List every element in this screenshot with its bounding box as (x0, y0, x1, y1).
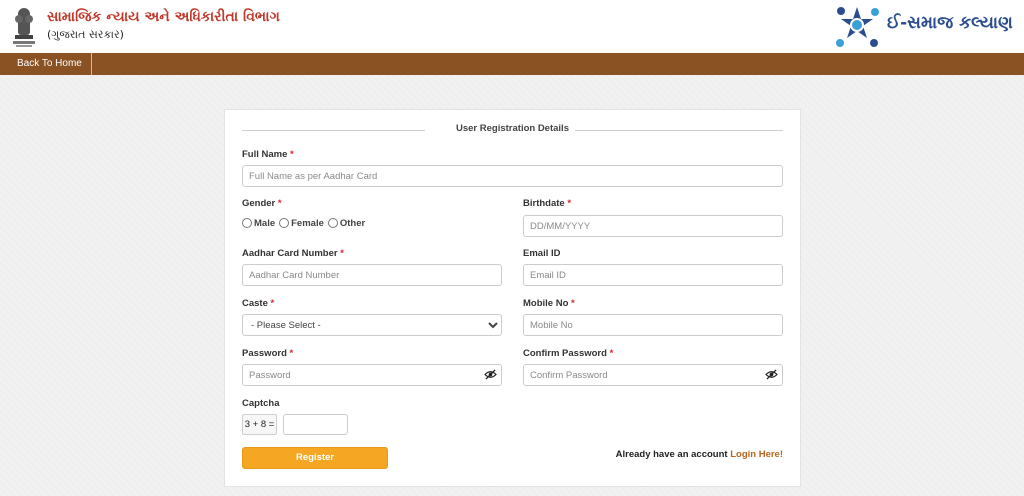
birthdate-label: Birthdate * (523, 198, 571, 209)
required-marker: * (567, 198, 572, 209)
full-name-label: Full Name * (242, 149, 294, 160)
caste-label-text: Caste (242, 298, 268, 309)
gender-option-other[interactable]: Other (327, 217, 366, 229)
gender-label-text: Gender (242, 198, 276, 209)
confirm-password-input[interactable] (523, 364, 783, 386)
required-marker: * (340, 248, 344, 259)
state-emblem-icon (13, 8, 35, 47)
radio-label: Male (254, 217, 276, 229)
department-subtitle: (ગુજરાત સરકાર) (47, 28, 124, 41)
required-marker: * (571, 298, 575, 309)
site-header: સામાજિક ન્યાય અને અધિકારીતા વિભાગ (ગુજરા… (0, 0, 1024, 53)
radio-button[interactable] (242, 218, 252, 228)
email-input[interactable] (523, 264, 783, 286)
radio-label: Female (291, 217, 324, 229)
gender-option-female[interactable]: Female (279, 218, 324, 229)
mobile-label: Mobile No * (523, 298, 575, 309)
form-legend: User Registration Details (242, 123, 783, 137)
eye-slash-icon[interactable] (765, 369, 778, 380)
required-marker: * (277, 198, 282, 209)
captcha-label: Captcha (242, 398, 279, 409)
aadhar-label-text: Aadhar Card Number (242, 248, 338, 259)
required-marker: * (290, 149, 294, 160)
login-prompt: Already have an account Login Here! (616, 449, 783, 460)
captcha-input[interactable] (283, 414, 348, 435)
password-label-text: Password (242, 348, 287, 359)
register-button[interactable]: Register (242, 447, 388, 469)
gender-radio-group: Male Female Other (242, 216, 369, 230)
back-to-home-link[interactable]: Back To Home (0, 53, 92, 75)
password-label: Password * (242, 348, 293, 359)
legend-title: User Registration Details (456, 123, 569, 134)
full-name-input[interactable] (242, 165, 783, 187)
captcha-label-text: Captcha (242, 398, 280, 409)
captcha-question: 3 + 8 = (242, 414, 277, 435)
logo-text: ઈ-સમાજ કલ્યાણ (887, 13, 1013, 33)
confirm-password-label-text: Confirm Password (523, 348, 607, 359)
login-link[interactable]: Login Here! (730, 449, 783, 460)
required-marker: * (289, 348, 294, 359)
password-input[interactable] (242, 364, 502, 386)
gender-label: Gender * (242, 198, 282, 209)
full-name-label-text: Full Name (242, 149, 288, 160)
department-title: સામાજિક ન્યાય અને અધિકારીતા વિભાગ (47, 9, 280, 25)
radio-button[interactable] (279, 218, 290, 228)
aadhar-label: Aadhar Card Number * (242, 248, 344, 259)
birthdate-input[interactable] (523, 215, 783, 237)
caste-select[interactable]: - Please Select - (242, 314, 502, 336)
aadhar-number-input[interactable] (242, 264, 502, 286)
password-field (242, 364, 502, 386)
nav-bar: Back To Home (0, 53, 1024, 75)
birthdate-label-text: Birthdate (523, 198, 565, 209)
required-marker: * (609, 348, 614, 359)
login-prompt-text: Already have an account (615, 449, 728, 460)
required-marker: * (270, 298, 275, 309)
gender-option-male[interactable]: Male (242, 218, 275, 229)
radio-label: Other (339, 217, 366, 229)
caste-label: Caste * (242, 298, 274, 309)
email-label-text: Email ID (523, 248, 561, 259)
confirm-password-field (523, 364, 783, 386)
confirm-password-label: Confirm Password * (523, 348, 613, 359)
eye-slash-icon[interactable] (484, 369, 497, 380)
mobile-label-text: Mobile No (523, 298, 569, 309)
registration-card: User Registration Details Full Name * Ge… (224, 109, 801, 487)
email-label: Email ID (523, 248, 561, 259)
e-samaj-kalyan-logo-icon (836, 7, 879, 47)
legend-divider-right (575, 130, 783, 131)
mobile-input[interactable] (523, 314, 783, 336)
radio-button[interactable] (327, 218, 338, 228)
